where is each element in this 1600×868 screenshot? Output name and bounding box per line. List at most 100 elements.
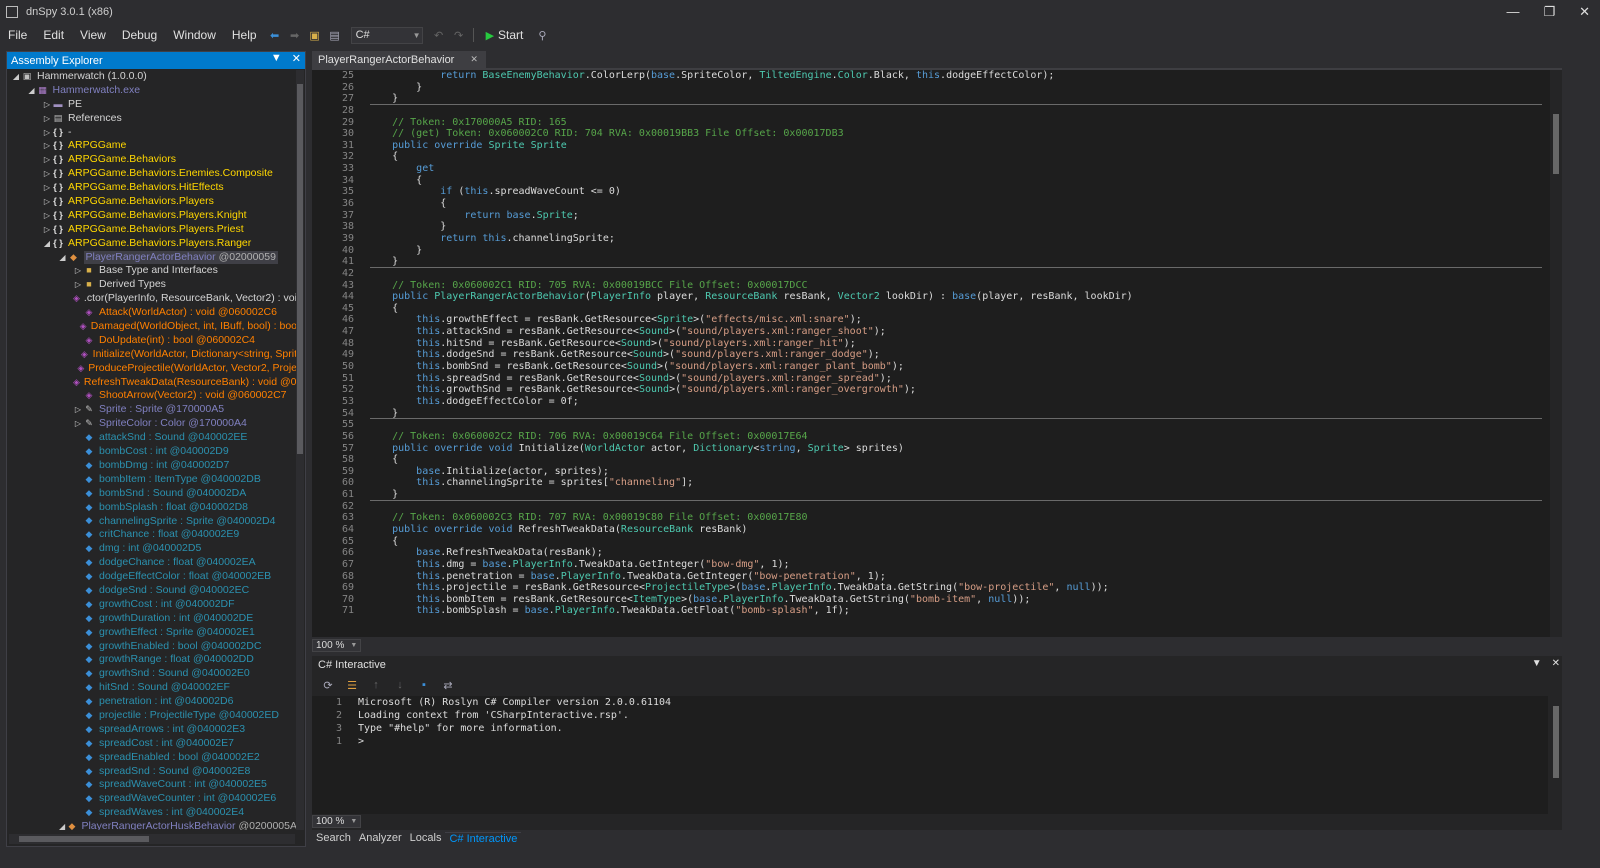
- tree-item[interactable]: ▷{ } ARPGGame.Behaviors.Players.Knight: [7, 209, 297, 223]
- tree-expand-icon[interactable]: ▷: [42, 98, 52, 112]
- tree-item[interactable]: ◆ penetration : int @040002D6: [7, 695, 297, 709]
- tree-vertical-scrollbar[interactable]: [296, 70, 304, 830]
- history-up-icon[interactable]: ↑: [369, 678, 383, 692]
- tree-item[interactable]: ▷{ } ARPGGame.Behaviors.Players: [7, 195, 297, 209]
- open-folder-icon[interactable]: ▣: [308, 28, 322, 42]
- tree-item[interactable]: ▷{ } ARPGGame.Behaviors.Players.Priest: [7, 223, 297, 237]
- panel-close-icon[interactable]: ✕: [292, 52, 301, 65]
- tree-item[interactable]: ▷{ } ARPGGame: [7, 139, 297, 153]
- history-down-icon[interactable]: ↓: [393, 678, 407, 692]
- tree-item[interactable]: ◆ channelingSprite : Sprite @040002D4: [7, 515, 297, 529]
- tree-item[interactable]: ◈ DoUpdate(int) : bool @060002C4: [7, 334, 297, 348]
- tree-item[interactable]: ▷ ▤ References: [7, 112, 297, 126]
- tree-item[interactable]: ◆ spreadWaveCount : int @040002E5: [7, 778, 297, 792]
- tree-collapse-icon[interactable]: ◢: [58, 251, 68, 265]
- nav-forward-icon[interactable]: ➡: [288, 28, 302, 42]
- tree-item[interactable]: ◆ dodgeSnd : Sound @040002EC: [7, 584, 297, 598]
- editor-vertical-scrollbar[interactable]: [1550, 70, 1562, 637]
- tree-item[interactable]: ◈ ShootArrow(Vector2) : void @060002C7: [7, 389, 297, 403]
- tree-expand-icon[interactable]: ▷: [73, 403, 83, 417]
- tree-item[interactable]: ▷ ■ Base Type and Interfaces: [7, 264, 297, 278]
- editor-horizontal-scrollbar[interactable]: [372, 641, 1548, 649]
- tree-item[interactable]: ▷{ } -: [7, 126, 297, 140]
- tab-analyzer[interactable]: Analyzer: [355, 832, 406, 844]
- interactive-zoom-select[interactable]: 100 % ▼: [312, 814, 362, 828]
- tree-item[interactable]: ▷{ } ARPGGame.Behaviors.HitEffects: [7, 181, 297, 195]
- tab-search[interactable]: Search: [312, 832, 355, 844]
- tree-item[interactable]: ◆ bombCost : int @040002D9: [7, 445, 297, 459]
- tab-player-ranger-actor-behavior[interactable]: PlayerRangerActorBehavior ✕: [312, 51, 486, 68]
- tree-item[interactable]: ◆ bombSplash : float @040002D8: [7, 501, 297, 515]
- tree-collapse-icon[interactable]: ◢: [27, 84, 37, 98]
- tree-item[interactable]: ▷ ✎ Sprite : Sprite @170000A5: [7, 403, 297, 417]
- tree-item[interactable]: ◈ Attack(WorldActor) : void @060002C6: [7, 306, 297, 320]
- tree-expand-icon[interactable]: ▷: [42, 223, 52, 237]
- tree-item[interactable]: ◆ critChance : float @040002E9: [7, 528, 297, 542]
- tree-item[interactable]: ◢ ▦ Hammerwatch.exe: [7, 84, 297, 98]
- interactive-vertical-scroll-thumb[interactable]: [1553, 706, 1559, 778]
- minimize-button[interactable]: —: [1506, 4, 1519, 20]
- nav-back-icon[interactable]: ⬅: [268, 28, 282, 42]
- editor-vertical-scroll-thumb[interactable]: [1553, 114, 1559, 174]
- menu-debug[interactable]: Debug: [114, 28, 165, 42]
- tree-expand-icon[interactable]: ▷: [42, 181, 52, 195]
- interactive-vertical-scrollbar[interactable]: [1550, 696, 1562, 814]
- tree-item[interactable]: ◆ spreadArrows : int @040002E3: [7, 723, 297, 737]
- tree-expand-icon[interactable]: ▷: [42, 209, 52, 223]
- tab-c-interactive[interactable]: C# Interactive: [445, 831, 522, 845]
- menu-view[interactable]: View: [72, 28, 114, 42]
- tree-expand-icon[interactable]: ▷: [42, 126, 52, 140]
- tree-collapse-icon[interactable]: ◢: [58, 820, 67, 830]
- tree-item[interactable]: ◢ ▣ Hammerwatch (1.0.0.0): [7, 70, 297, 84]
- tree-item[interactable]: ◆ attackSnd : Sound @040002EE: [7, 431, 297, 445]
- tree-expand-icon[interactable]: ▷: [73, 264, 83, 278]
- tree-item[interactable]: ◈ Initialize(WorldActor, Dictionary<strin…: [7, 348, 297, 362]
- tree-item[interactable]: ◆ spreadCost : int @040002E7: [7, 737, 297, 751]
- tree-item[interactable]: ◆ dodgeChance : float @040002EA: [7, 556, 297, 570]
- menu-window[interactable]: Window: [165, 28, 224, 42]
- tree-item[interactable]: ▷{ } ARPGGame.Behaviors.Enemies.Composite: [7, 167, 297, 181]
- panel-close-icon[interactable]: ✕: [1552, 658, 1560, 669]
- tree-expand-icon[interactable]: ▷: [42, 153, 52, 167]
- tree-item[interactable]: ◈ .ctor(PlayerInfo, ResourceBank, Vector2…: [7, 292, 297, 306]
- tree-horizontal-scroll-thumb[interactable]: [19, 836, 149, 842]
- tree-item[interactable]: ▷ ✎ SpriteColor : Color @170000A4: [7, 417, 297, 431]
- tree-item[interactable]: ◆ growthRange : float @040002DD: [7, 653, 297, 667]
- tree-item[interactable]: ◆ bombSnd : Sound @040002DA: [7, 487, 297, 501]
- tree-item[interactable]: ◆ bombItem : ItemType @040002DB: [7, 473, 297, 487]
- menu-file[interactable]: File: [0, 28, 35, 42]
- tree-item[interactable]: ◆ dmg : int @040002D5: [7, 542, 297, 556]
- language-select[interactable]: C# ▼: [350, 26, 423, 44]
- tree-expand-icon[interactable]: ▷: [42, 139, 52, 153]
- assembly-tree[interactable]: ◢ ▣ Hammerwatch (1.0.0.0) ◢ ▦ Hammerwatch.exe…: [7, 70, 297, 830]
- tree-item[interactable]: ◆ dodgeEffectColor : float @040002EB: [7, 570, 297, 584]
- csharp-interactive-console[interactable]: 1 Microsoft (R) Roslyn C# Compiler versio…: [312, 696, 1548, 814]
- tree-expand-icon[interactable]: ▷: [73, 278, 83, 292]
- tree-item[interactable]: ◆ spreadEnabled : bool @040002E2: [7, 751, 297, 765]
- redo-icon[interactable]: ↷: [452, 28, 466, 42]
- tree-item[interactable]: ◢ ◆ PlayerRangerActorHuskBehavior @0200005…: [7, 820, 297, 830]
- tree-collapse-icon[interactable]: ◢: [42, 237, 52, 251]
- tree-item[interactable]: ◆ growthDuration : int @040002DE: [7, 612, 297, 626]
- menu-edit[interactable]: Edit: [35, 28, 72, 42]
- reset-icon[interactable]: ⟳: [321, 678, 335, 692]
- tree-item[interactable]: ◆ hitSnd : Sound @040002EF: [7, 681, 297, 695]
- tree-item[interactable]: ▷ ▬ PE: [7, 98, 297, 112]
- menu-help[interactable]: Help: [224, 28, 265, 42]
- tree-item[interactable]: ◢ ◆ PlayerRangerActorBehavior @02000059: [7, 250, 297, 265]
- panel-menu-icon[interactable]: ▼: [1532, 658, 1542, 669]
- tree-item[interactable]: ▷ ■ Derived Types: [7, 278, 297, 292]
- tree-item[interactable]: ◆ growthEnabled : bool @040002DC: [7, 640, 297, 654]
- start-button[interactable]: ▶ Start: [486, 28, 524, 42]
- tree-item[interactable]: ◈ Damaged(WorldObject, int, IBuff, bool) …: [7, 320, 297, 334]
- tree-item[interactable]: ◆ projectile : ProjectileType @040002ED: [7, 709, 297, 723]
- code-editor[interactable]: 25 return BaseEnemyBehavior.ColorLerp(ba…: [312, 68, 1562, 637]
- tree-item[interactable]: ◆ spreadSnd : Sound @040002E8: [7, 765, 297, 779]
- tree-item[interactable]: ◆ spreadWaveCounter : int @040002E6: [7, 792, 297, 806]
- undo-icon[interactable]: ↶: [432, 28, 446, 42]
- word-wrap-icon[interactable]: ⇄: [441, 678, 455, 692]
- tree-item[interactable]: ◈ ProduceProjectile(WorldActor, Vector2, …: [7, 362, 297, 376]
- tree-expand-icon[interactable]: ▷: [42, 167, 52, 181]
- editor-zoom-select[interactable]: 100 % ▼: [312, 638, 362, 652]
- tree-expand-icon[interactable]: ▷: [73, 417, 83, 431]
